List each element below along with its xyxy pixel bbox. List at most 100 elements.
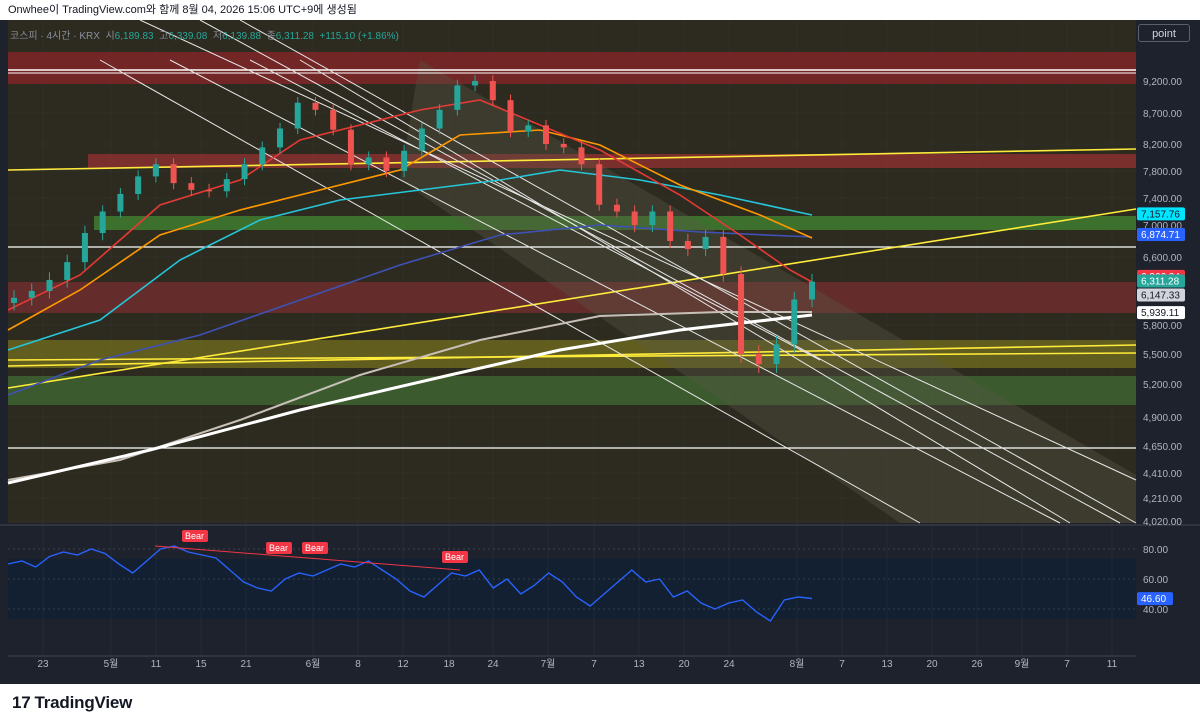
rsi-tick-2: 40.00 [1143,605,1168,616]
symbol-label: 코스피 · 4시간 · KRX [10,31,100,42]
candle-14 [259,147,266,165]
x-tick-0: 23 [37,659,49,670]
candle-24 [436,109,443,129]
price-label-0: 7,157.76 [1141,209,1180,220]
price-tick-8: 5,500.00 [1143,350,1182,361]
x-tick-16: 7 [839,659,845,670]
candle-23 [418,128,425,151]
candle-25 [454,85,461,110]
candle-35 [631,211,638,225]
candle-44 [791,299,798,345]
candle-16 [294,102,301,129]
candle-31 [560,144,567,148]
price-tick-11: 4,650.00 [1143,442,1182,453]
candle-8 [152,164,159,177]
price-label-5: 6,147.33 [1141,290,1180,301]
x-tick-2: 11 [151,659,162,670]
x-tick-19: 26 [971,659,983,670]
x-tick-13: 20 [678,659,690,670]
x-tick-20: 9월 [1015,658,1030,670]
scale-mode-button[interactable]: point [1138,24,1190,42]
close-value: 6,311.28 [275,31,314,42]
candle-27 [489,81,496,101]
candle-28 [507,100,514,132]
candle-21 [383,157,390,171]
candle-17 [312,102,319,110]
price-tick-12: 4,410.00 [1143,469,1182,480]
price-tick-10: 4,900.00 [1143,413,1182,424]
rsi-band-bg [8,559,1136,619]
candle-19 [347,129,354,165]
candle-18 [330,109,337,130]
x-tick-22: 11 [1107,659,1118,670]
open-value: 6,189.83 [114,31,154,42]
candle-7 [135,176,142,194]
x-tick-4: 21 [240,659,252,670]
zone-red-top [8,52,1136,84]
bear-label-3: Bear [445,552,464,562]
candle-2 [46,279,53,291]
price-tick-2: 8,200.00 [1143,140,1182,151]
chart-canvas[interactable]: 9,200.00 8,700.00 8,200.00 7,800.00 7,400.00… [0,20,1200,684]
attribution-text: Onwhee이 TradingView.com와 함께 8월 04, 2026 … [8,4,357,16]
x-tick-14: 24 [723,659,735,670]
x-tick-6: 8 [355,659,361,670]
candle-34 [613,204,620,212]
candle-3 [64,262,71,280]
x-tick-17: 13 [881,659,893,670]
price-tick-13: 4,210.00 [1143,494,1182,505]
bear-label-2: Bear [305,543,324,553]
candle-43 [773,344,780,364]
x-tick-10: 7월 [541,658,556,670]
candle-0 [11,297,17,303]
candle-38 [684,241,691,249]
candle-45 [809,281,815,300]
footer: 17 TradingView [0,684,1200,724]
price-tick-7: 5,800.00 [1143,321,1182,332]
price-tick-0: 9,200.00 [1143,77,1182,88]
candle-40 [720,237,727,274]
x-tick-21: 7 [1064,659,1070,670]
candle-4 [81,233,88,263]
x-tick-1: 5월 [104,658,119,670]
tradingview-logo-icon: 17 [12,693,31,712]
x-tick-15: 8월 [790,658,805,670]
brand-name: TradingView [34,693,133,712]
change-value: +115.10 (+1.86%) [319,31,399,42]
bear-label-1: Bear [269,543,288,553]
x-tick-3: 15 [195,659,207,670]
candle-36 [649,211,656,225]
candle-13 [241,164,248,180]
rsi-tick-1: 60.00 [1143,575,1168,586]
low-label: 저 [212,31,223,42]
candle-26 [472,81,479,86]
ohlc-legend: 코스피 · 4시간 · KRX 시6,189.83 고6,339.08 저6,1… [10,27,399,42]
candle-9 [170,164,177,184]
price-label-6: 5,939.11 [1141,308,1180,319]
candle-39 [702,237,709,249]
price-tick-14: 4,020.00 [1143,517,1182,528]
candle-30 [543,125,549,144]
x-tick-5: 6월 [306,658,321,670]
candle-42 [755,354,762,364]
x-tick-8: 18 [443,659,455,670]
candle-10 [188,183,195,190]
candle-33 [596,164,603,205]
price-tick-4: 7,400.00 [1143,194,1182,205]
candle-15 [277,128,283,148]
candle-20 [365,157,372,165]
low-value: 6,139.88 [222,31,262,42]
price-tick-1: 8,700.00 [1143,109,1182,120]
high-value: 6,339.08 [168,31,208,42]
candle-11 [206,189,213,192]
attribution-bar: Onwhee이 TradingView.com와 함께 8월 04, 2026 … [0,0,1200,20]
x-tick-12: 13 [633,659,645,670]
high-label: 고 [159,31,169,42]
candle-29 [525,125,532,132]
candle-32 [578,147,585,165]
tradingview-brand[interactable]: 17 TradingView [12,693,132,713]
rsi-last-value: 46.60 [1141,594,1166,605]
close-label: 종 [266,31,276,42]
bear-label-0: Bear [185,531,204,541]
rsi-tick-0: 80.00 [1143,545,1168,556]
